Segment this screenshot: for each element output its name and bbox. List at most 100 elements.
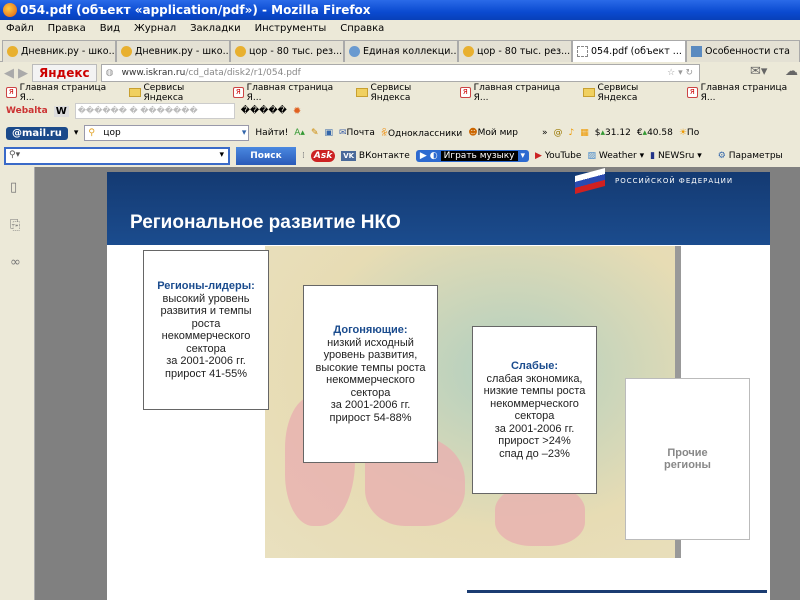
- play-icon[interactable]: ▶: [420, 151, 427, 161]
- weather-icon: ☀: [678, 128, 687, 138]
- bookmark[interactable]: Я Главная страница Я...: [6, 83, 119, 103]
- moimir-icon: ☻: [468, 128, 478, 138]
- slide-title: Региональное развитие НКО: [130, 212, 401, 233]
- bookmark[interactable]: Сервисы Яндекса: [356, 83, 450, 103]
- moimir-link[interactable]: ☻Мой мир: [468, 128, 518, 138]
- dropdown-icon[interactable]: ▾: [74, 128, 79, 138]
- news-icon: ▮: [650, 151, 656, 161]
- game-icon[interactable]: ▦: [580, 128, 589, 138]
- youtube-icon: ▶: [535, 151, 542, 161]
- paperclip-icon[interactable]: ⎘: [10, 218, 24, 233]
- info-box-weak: Слабые: слабая экономика, низкие темпы ро…: [472, 326, 597, 494]
- menu-bar: Файл Правка Вид Журнал Закладки Инструме…: [0, 20, 800, 38]
- folder-icon: [583, 88, 595, 97]
- page-icon[interactable]: ▣: [324, 128, 333, 138]
- tab[interactable]: Дневник.ру - шко...×: [2, 40, 116, 62]
- tab[interactable]: цор - 80 тыс. рез...×: [458, 40, 572, 62]
- info-box-other: Прочие регионы: [625, 378, 750, 540]
- bookmark[interactable]: Я Главная страница Я...: [460, 83, 573, 103]
- tab-favicon-icon: [349, 46, 360, 57]
- highlight-icon[interactable]: ✎: [311, 128, 319, 138]
- tab-favicon-icon: [121, 46, 132, 57]
- weather-link[interactable]: ▨ Weather ▾: [587, 151, 644, 161]
- yandex-icon: Я: [687, 87, 698, 98]
- tab[interactable]: Единая коллекци...×: [344, 40, 458, 62]
- search-toolbar: ⚲▾ ▾ Поиск ⁞ Ask VK ВКонтакте ▶ ◐ Играть му…: [0, 145, 800, 167]
- bookmarks-bar: Я Главная страница Я... Сервисы Яндекса Я…: [0, 83, 800, 103]
- search-input[interactable]: ⚲▾ ▾: [4, 147, 230, 165]
- menu-file[interactable]: Файл: [6, 20, 34, 38]
- music-icon[interactable]: ♪: [569, 128, 575, 138]
- find-button[interactable]: Найти!: [255, 128, 288, 138]
- yandex-icon: Я: [6, 87, 17, 98]
- window-title: 054.pdf (объект «application/pdf») - Moz…: [0, 0, 800, 20]
- mailru-logo[interactable]: @mail.ru: [6, 126, 68, 140]
- bookmark[interactable]: Сервисы Яндекса: [583, 83, 677, 103]
- mail-at-icon[interactable]: @: [554, 128, 563, 138]
- pochta-link[interactable]: ✉Почта: [339, 128, 375, 138]
- menu-view[interactable]: Вид: [100, 20, 120, 38]
- weather-widget[interactable]: ☀По: [679, 128, 699, 138]
- separator-icon: ⁞: [302, 151, 305, 161]
- sun-icon: ✹: [292, 105, 302, 117]
- eur-rate: €▴40.58: [636, 128, 673, 138]
- yandex-button[interactable]: Яндекс: [32, 64, 97, 82]
- chevron-down-icon[interactable]: ▾: [219, 150, 224, 160]
- volume-icon[interactable]: ◐: [430, 151, 438, 161]
- odnoklassniki-link[interactable]: ꆜОдноклассники: [381, 127, 462, 139]
- bookmark[interactable]: Я Главная страница Я...: [687, 83, 800, 103]
- search-icon: ⚲: [88, 128, 95, 138]
- tab-bar: Дневник.ру - шко...× Дневник.ру - шко...…: [0, 38, 800, 62]
- star-reload-icon[interactable]: ☆ ▾ ↻: [667, 65, 693, 81]
- mailru-search-input[interactable]: ⚲ цор ▾: [84, 125, 250, 141]
- menu-bookmarks[interactable]: Закладки: [190, 20, 241, 38]
- tab[interactable]: Особенности ста: [686, 40, 800, 62]
- binoculars-icon[interactable]: ∞: [10, 255, 24, 270]
- tab[interactable]: цор - 80 тыс. рез...×: [230, 40, 344, 62]
- back-icon[interactable]: ◀: [4, 66, 14, 81]
- yandex-icon: Я: [460, 87, 471, 98]
- ok-icon: ꆜ: [380, 129, 388, 139]
- webalta-logo[interactable]: Webalta: [6, 106, 48, 116]
- nav-bar: ◀ ▶ Яндекс ◍ www.iskran.ru/cd_data/disk2/…: [0, 62, 800, 84]
- mail-icon[interactable]: ✉▾: [750, 64, 767, 79]
- menu-help[interactable]: Справка: [340, 20, 384, 38]
- tab-favicon-icon: [7, 46, 18, 57]
- menu-tools[interactable]: Инструменты: [255, 20, 327, 38]
- mailru-toolbar: @mail.ru ▾ ⚲ цор ▾ Найти! A▴ ✎ ▣ ✉Почта ꆜОд…: [0, 121, 800, 145]
- params-link[interactable]: ⚙ Параметры: [718, 151, 783, 161]
- info-box-leaders: Регионы-лидеры: высокий уровень развития …: [143, 250, 269, 410]
- menu-history[interactable]: Журнал: [134, 20, 176, 38]
- envelope-icon: ✉: [339, 128, 347, 138]
- folder-icon: [356, 88, 368, 97]
- overflow-icon[interactable]: »: [542, 128, 548, 138]
- music-player[interactable]: ▶ ◐ Играть музыку ▾: [415, 150, 530, 162]
- youtube-link[interactable]: ▶ YouTube: [535, 151, 581, 161]
- tab-active[interactable]: 054.pdf (объект ...×: [572, 40, 686, 62]
- tab-favicon-icon: [235, 46, 246, 57]
- bookmark[interactable]: Я Главная страница Я...: [233, 83, 346, 103]
- bookmark[interactable]: Сервисы Яндекса: [128, 83, 223, 103]
- tab[interactable]: Дневник.ру - шко...×: [116, 40, 230, 62]
- font-icon[interactable]: A▴: [294, 128, 305, 138]
- newsru-link[interactable]: ▮ NEWSru ▾: [650, 151, 702, 161]
- info-box-catching-up: Догоняющие: низкий исходный уровень разви…: [303, 285, 438, 463]
- webalta-toolbar: Webalta W ������ � ������� ����� ✹: [0, 101, 800, 121]
- firefox-icon: [3, 3, 17, 17]
- ask-button[interactable]: Ask: [310, 150, 336, 162]
- webalta-label: �����: [240, 106, 287, 116]
- vk-link[interactable]: VK ВКонтакте: [341, 151, 410, 161]
- chevron-down-icon[interactable]: ▾: [242, 126, 247, 140]
- page-icon[interactable]: ▯: [10, 180, 24, 195]
- chevron-down-icon[interactable]: ▾: [521, 151, 526, 161]
- usd-rate: $▴31.12: [594, 128, 631, 138]
- region-pink: [495, 486, 585, 546]
- url-bar[interactable]: ◍ www.iskran.ru/cd_data/disk2/r1/054.pdf ☆…: [100, 64, 700, 82]
- menu-edit[interactable]: Правка: [48, 20, 86, 38]
- cloud-icon[interactable]: ☁: [785, 64, 798, 79]
- search-button[interactable]: Поиск: [236, 147, 296, 165]
- weather-icon: ▨: [587, 151, 596, 161]
- footer-line: [467, 590, 767, 593]
- webalta-search-input[interactable]: ������ � �������: [74, 103, 235, 119]
- forward-icon[interactable]: ▶: [18, 66, 28, 81]
